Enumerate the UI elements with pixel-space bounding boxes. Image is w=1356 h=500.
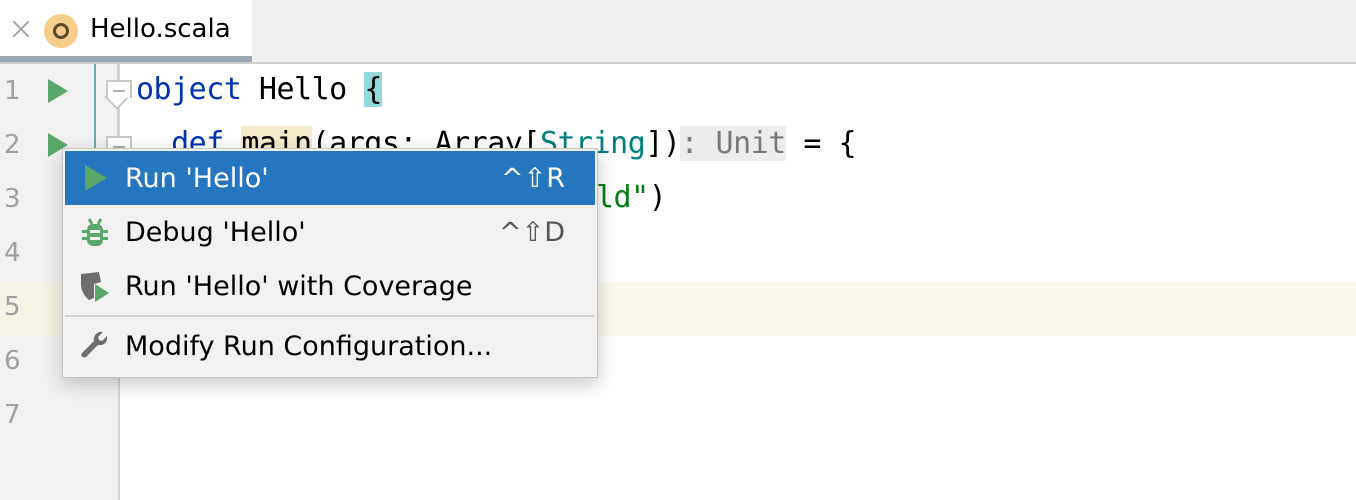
params-close: ]) [645, 126, 681, 161]
menu-item-label: Run 'Hello' with Coverage [125, 270, 473, 302]
menu-item-debug[interactable]: Debug 'Hello' ^⇧D [65, 205, 595, 259]
editor-tab-bar: Hello.scala [0, 0, 1356, 64]
scala-object-icon [44, 14, 78, 48]
code-tail: = { [785, 126, 857, 161]
run-gutter-icon[interactable] [48, 79, 68, 103]
string-literal: ld" [596, 180, 649, 215]
run-icon [85, 165, 107, 191]
fold-icon[interactable] [106, 80, 132, 98]
line-number: 1 [4, 76, 21, 106]
type-hint: : Unit [680, 126, 786, 161]
line-number: 6 [4, 346, 21, 376]
menu-item-modify-run-configuration[interactable]: Modify Run Configuration... [65, 319, 595, 373]
menu-item-shortcut: ^⇧D [498, 216, 565, 248]
change-marker [94, 64, 96, 150]
line-number: 7 [4, 400, 21, 430]
identifier: Hello [241, 72, 365, 107]
line-number: 5 [4, 292, 21, 322]
line-number: 2 [4, 130, 21, 160]
menu-item-label: Run 'Hello' [125, 162, 269, 194]
matched-brace: { [364, 72, 382, 107]
close-icon[interactable] [10, 18, 32, 40]
line-number: 3 [4, 184, 21, 214]
debug-bug-icon [82, 218, 108, 246]
menu-item-label: Modify Run Configuration... [125, 330, 493, 362]
menu-item-label: Debug 'Hello' [125, 216, 306, 248]
tab-label: Hello.scala [90, 14, 231, 44]
tab-hello-scala[interactable]: Hello.scala [0, 0, 252, 62]
menu-item-run[interactable]: Run 'Hello' ^⇧R [65, 151, 595, 205]
menu-item-run-with-coverage[interactable]: Run 'Hello' with Coverage [65, 259, 595, 313]
wrench-icon [81, 331, 108, 358]
code-line-1[interactable]: object Hello { [136, 72, 382, 107]
run-context-menu: Run 'Hello' ^⇧R Debug 'Hello' ^⇧D Run 'H… [62, 148, 598, 378]
menu-separator [65, 315, 595, 317]
code-line-3[interactable]: ld") [596, 180, 667, 215]
paren-close: ) [648, 180, 667, 215]
keyword: object [136, 72, 242, 107]
line-number: 4 [4, 238, 21, 268]
menu-item-shortcut: ^⇧R [500, 162, 565, 194]
coverage-shield-icon [81, 272, 109, 302]
